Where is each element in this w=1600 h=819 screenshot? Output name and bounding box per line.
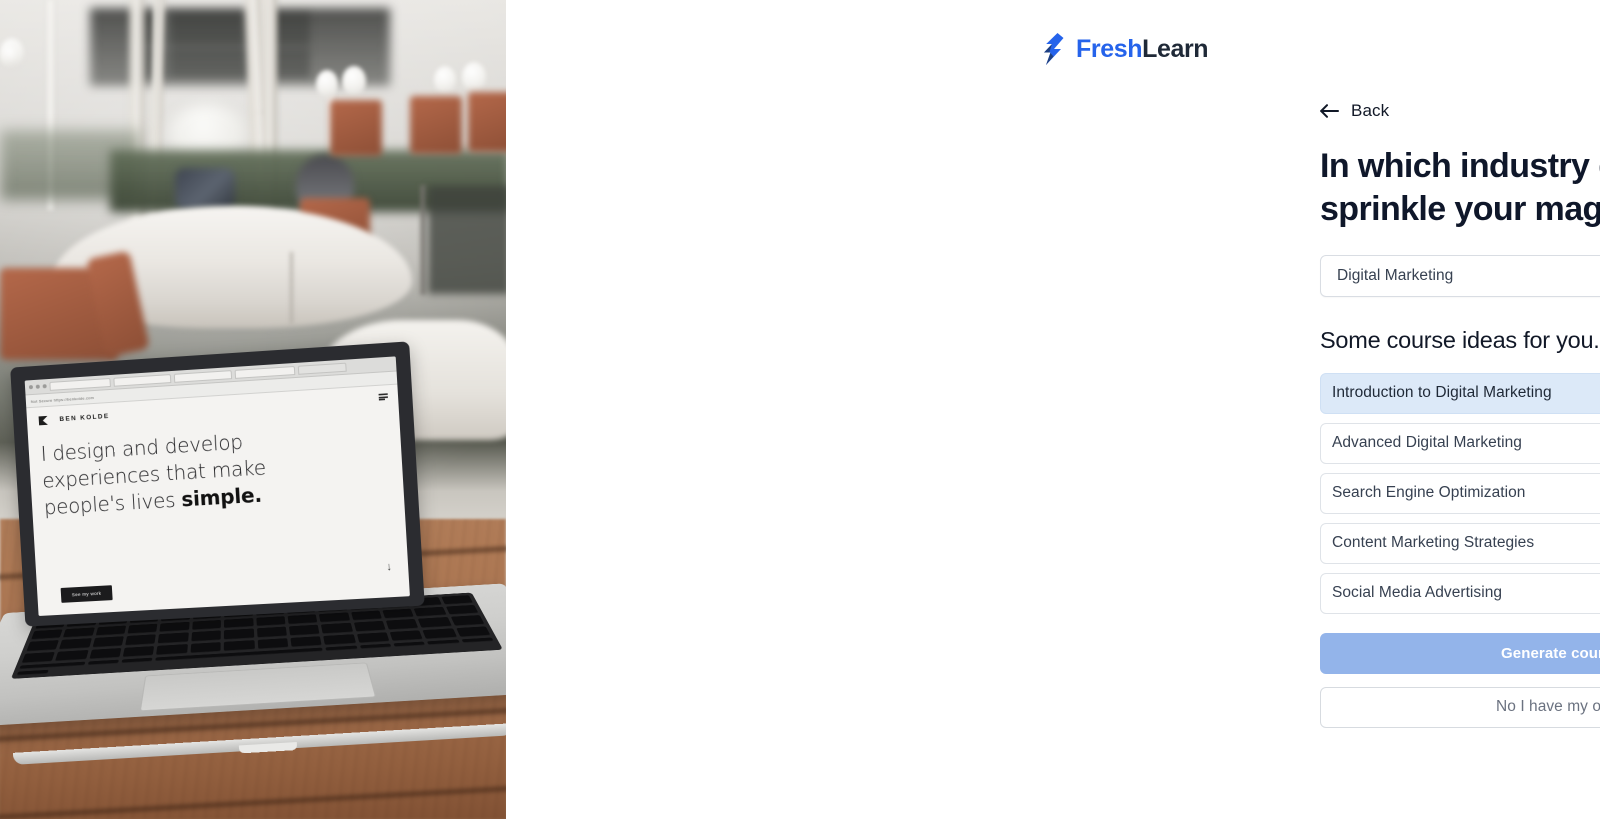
laptop-site-content: BEN KOLDE I design and develop experienc… [26, 385, 410, 616]
hamburger-icon [379, 393, 389, 401]
form-content: Back 2/2 In which industry do you sprink… [1320, 96, 1600, 728]
industry-select-wrap: Digital Marketing [1320, 255, 1600, 297]
onboarding-page: Not Secure https://benkolde.com BEN KOLD… [0, 0, 1600, 819]
lamp-globe [316, 70, 338, 98]
hero-image-panel: Not Secure https://benkolde.com BEN KOLD… [0, 0, 506, 819]
course-idea-option[interactable]: Social Media Advertising [1320, 573, 1600, 614]
arrow-left-icon [1320, 103, 1340, 119]
laptop-site-headline: I design and develop experiences that ma… [40, 420, 392, 521]
course-idea-option[interactable]: Search Engine Optimization [1320, 473, 1600, 514]
chair-blur [410, 96, 462, 154]
back-button[interactable]: Back [1320, 101, 1389, 121]
generate-course-outline-button[interactable]: Generate course outline [1320, 633, 1600, 674]
course-ideas-title: Some course ideas for you. Pick one [1320, 327, 1600, 354]
lamp-globe [2, 44, 20, 66]
laptop-lid: Not Secure https://benkolde.com BEN KOLD… [10, 341, 425, 626]
back-button-label: Back [1351, 101, 1389, 121]
lamp-globe [342, 66, 366, 96]
scroll-down-arrow-icon: ↓ [386, 561, 392, 573]
course-ideas-header: Some course ideas for you. Pick one [1320, 327, 1600, 354]
laptop-site-cta-button: See my work [61, 585, 113, 603]
lamp-globe [434, 66, 456, 94]
page-title: In which industry do you sprinkle your m… [1320, 145, 1600, 231]
brand-name-fresh: Fresh [1076, 35, 1142, 63]
course-idea-option[interactable]: Advanced Digital Marketing [1320, 423, 1600, 464]
course-idea-option[interactable]: Content Marketing Strategies [1320, 523, 1600, 564]
browser-url-text: Not Secure https://benkolde.com [31, 395, 94, 404]
dark-panel-blur [428, 186, 506, 294]
course-idea-option[interactable]: Introduction to Digital Marketing [1320, 373, 1600, 414]
brand-logo-wordmark[interactable]: FreshLearn [1043, 33, 1208, 65]
course-ideas-list: Introduction to Digital Marketing Advanc… [1320, 373, 1600, 614]
chair-blur [330, 100, 382, 156]
laptop-site-brand: BEN KOLDE [59, 413, 110, 423]
industry-select-value: Digital Marketing [1337, 267, 1453, 285]
ottoman-seam [290, 252, 293, 324]
freshlearn-bolt-icon [1043, 33, 1067, 65]
chair-blur [468, 92, 506, 152]
person-blur [175, 168, 235, 210]
headline-bold: simple. [181, 482, 263, 511]
ben-kolde-mark-icon [39, 416, 48, 425]
headline-line-3: people's lives [43, 487, 182, 519]
laptop-screen: Not Secure https://benkolde.com BEN KOLD… [25, 356, 410, 616]
own-course-idea-button[interactable]: No I have my own course idea [1320, 687, 1600, 728]
step-header: Back 2/2 [1320, 96, 1600, 126]
post-blur [420, 185, 426, 295]
industry-select[interactable]: Digital Marketing [1320, 255, 1600, 297]
generate-course-outline-label: Generate course outline [1501, 645, 1600, 662]
form-panel: FreshLearn Back 2/2 In which industry do… [506, 0, 1600, 819]
brand-wordmark: FreshLearn [1076, 37, 1208, 62]
laptop-trackpad [140, 662, 377, 711]
lamp-globe [462, 62, 486, 92]
laptop: Not Secure https://benkolde.com BEN KOLD… [0, 338, 506, 787]
brand-name-learn: Learn [1142, 35, 1208, 63]
